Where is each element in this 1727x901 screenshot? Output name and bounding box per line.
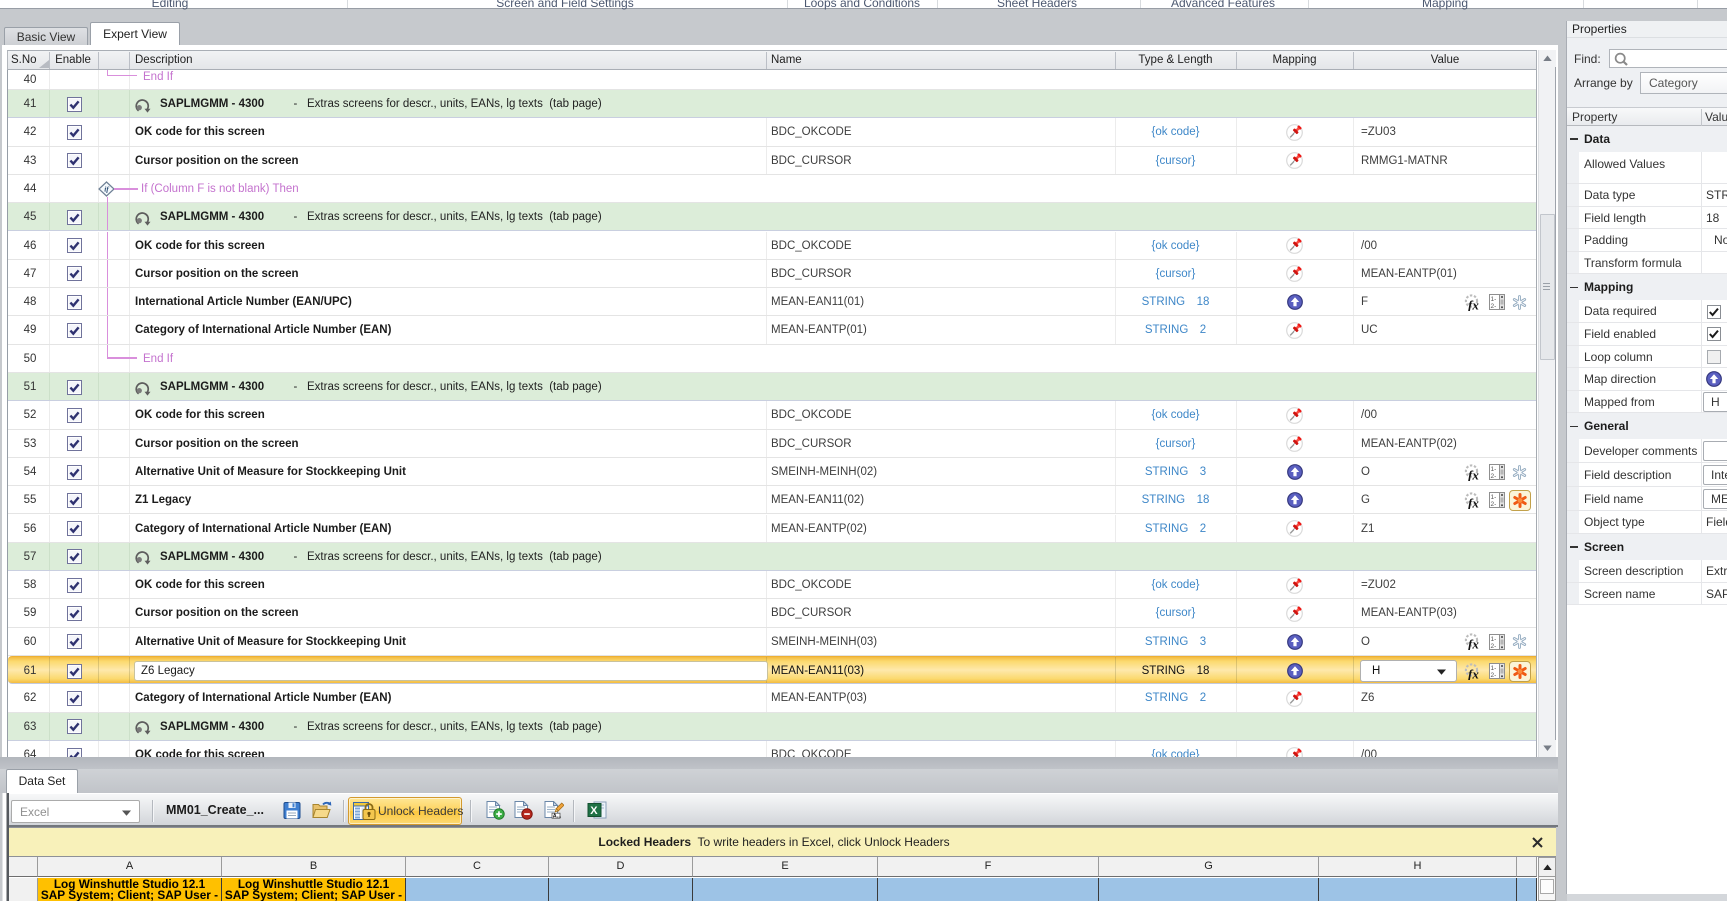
svg-text:1-: 1-	[1491, 494, 1497, 501]
svg-text:2-: 2-	[1491, 501, 1497, 508]
svg-text:X: X	[590, 805, 598, 817]
svg-text:fx: fx	[1468, 495, 1479, 509]
svg-text:1-: 1-	[1491, 636, 1497, 643]
svg-text:2-: 2-	[1491, 672, 1497, 679]
svg-text:2-: 2-	[1491, 303, 1497, 310]
svg-text:fx: fx	[1468, 467, 1479, 481]
svg-text:2-: 2-	[1491, 643, 1497, 650]
svg-text:fx: fx	[1468, 666, 1479, 680]
svg-text:2-: 2-	[1491, 473, 1497, 480]
svg-text:1-: 1-	[1491, 296, 1497, 303]
svg-text:1-: 1-	[1491, 466, 1497, 473]
svg-text:A...: A...	[553, 814, 562, 820]
svg-text:fx: fx	[1468, 637, 1479, 651]
svg-text:fx: fx	[1468, 297, 1479, 311]
svg-text:1-: 1-	[1491, 665, 1497, 672]
